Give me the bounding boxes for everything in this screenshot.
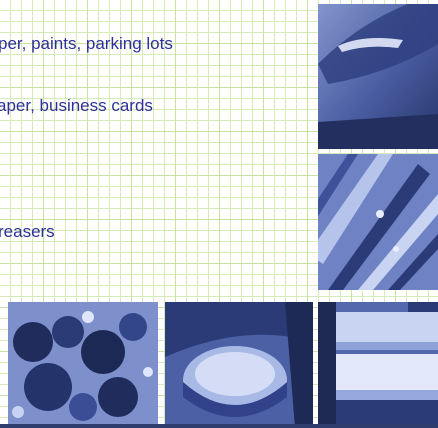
flowers-photo (8, 302, 158, 428)
product-use-line-2: aper, business cards (0, 96, 153, 115)
product-use-line-3: reasers (0, 222, 55, 241)
lamp-photo (318, 4, 438, 149)
bottom-border (0, 424, 438, 428)
striped-fabric-photo (318, 154, 438, 290)
bowl-photo (165, 302, 313, 428)
product-use-line-1: per, paints, parking lots (0, 34, 173, 53)
paper-stack-photo (318, 302, 438, 428)
